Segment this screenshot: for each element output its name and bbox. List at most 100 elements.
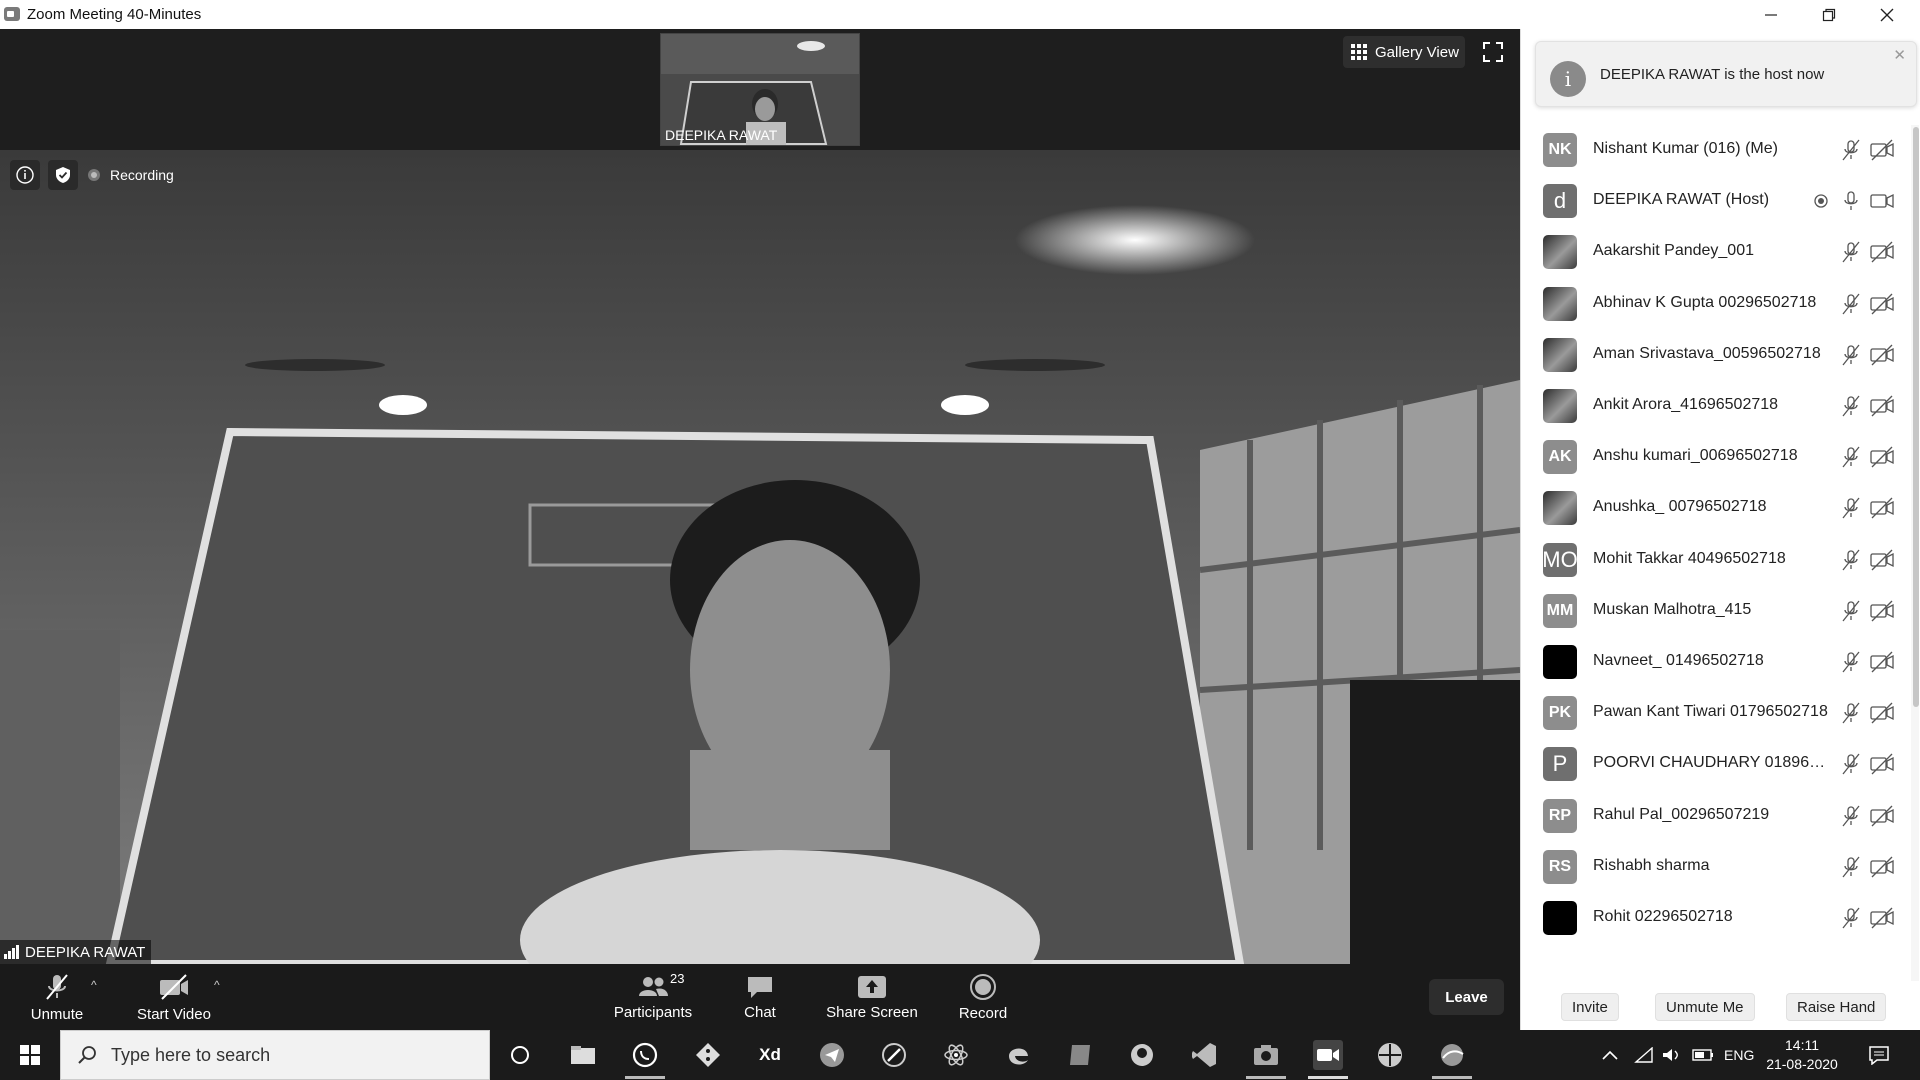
cortana-icon[interactable] xyxy=(505,1040,535,1070)
security-button[interactable] xyxy=(48,160,78,190)
video-off-icon xyxy=(1869,856,1895,883)
participant-name: Abhinav K Gupta 00296502718 xyxy=(1593,293,1817,311)
participant-row[interactable]: Abhinav K Gupta 00296502718 xyxy=(1521,278,1911,329)
participant-name: Anshu kumari_00696502718 xyxy=(1593,447,1798,465)
participant-avatar xyxy=(1543,389,1577,423)
atom-icon[interactable] xyxy=(941,1040,971,1070)
camera-active-indicator xyxy=(1246,1076,1286,1079)
participant-row[interactable]: NK Nishant Kumar (016) (Me) xyxy=(1521,124,1911,175)
edge-icon[interactable] xyxy=(1003,1040,1033,1070)
participants-panel: i DEEPIKA RAWAT is the host now ✕ NK Nish… xyxy=(1520,29,1920,1030)
record-label: Record xyxy=(958,1004,1008,1022)
participant-name: Aakarshit Pandey_001 xyxy=(1593,242,1754,260)
share-screen-button[interactable]: Share Screen xyxy=(822,964,922,1030)
close-notification-icon[interactable]: ✕ xyxy=(1893,46,1906,64)
audio-options-chevron-icon[interactable]: ^ xyxy=(91,978,97,992)
participant-row[interactable]: MO Mohit Takkar 40496502718 xyxy=(1521,534,1911,585)
participant-thumbnail[interactable]: DEEPIKA RAWAT xyxy=(660,33,860,146)
microphone-muted-icon xyxy=(1841,907,1861,934)
participant-row[interactable]: Rohit 02296502718 xyxy=(1521,892,1911,943)
participant-row[interactable]: PK Pawan Kant Tiwari 01796502718 xyxy=(1521,687,1911,738)
participant-row[interactable]: AK Anshu kumari_00696502718 xyxy=(1521,431,1911,482)
participant-row[interactable]: RS Rishabh sharma xyxy=(1521,841,1911,892)
participant-name: Rishabh sharma xyxy=(1593,856,1710,874)
windows-logo-icon xyxy=(20,1045,40,1065)
fullscreen-button[interactable] xyxy=(1482,41,1504,63)
participant-row[interactable]: P POORVI CHAUDHARY 01896502... xyxy=(1521,738,1911,789)
clock-time: 14:11 xyxy=(1785,1037,1819,1053)
participant-row[interactable]: Aman Srivastava_00596502718 xyxy=(1521,329,1911,380)
invite-button[interactable]: Invite xyxy=(1561,993,1619,1021)
speaker-name-tag: DEEPIKA RAWAT xyxy=(0,940,152,964)
start-video-button[interactable]: Start Video xyxy=(130,964,218,1030)
close-icon xyxy=(1880,8,1894,21)
show-hidden-icons-chevron-icon[interactable] xyxy=(1602,1030,1618,1080)
gallery-view-button[interactable]: Gallery View xyxy=(1343,36,1465,68)
window-title: Zoom Meeting 40-Minutes xyxy=(27,6,202,23)
participants-button[interactable]: Participants xyxy=(608,964,698,1030)
unmute-me-button[interactable]: Unmute Me xyxy=(1655,993,1755,1021)
microphone-muted-icon xyxy=(1841,753,1861,780)
action-center-icon[interactable] xyxy=(1868,1030,1890,1080)
participant-name: DEEPIKA RAWAT (Host) xyxy=(1593,191,1770,209)
raise-hand-button[interactable]: Raise Hand xyxy=(1786,993,1887,1021)
start-button[interactable] xyxy=(0,1030,60,1080)
github-icon[interactable] xyxy=(1127,1040,1157,1070)
active-speaker-video: Recording DEEPIKA RAWAT xyxy=(0,150,1520,964)
volume-icon[interactable] xyxy=(1662,1030,1682,1080)
host-notification-text: DEEPIKA RAWAT is the host now xyxy=(1600,66,1825,83)
participant-row[interactable]: d DEEPIKA RAWAT (Host) xyxy=(1521,175,1911,226)
app-grid-icon[interactable] xyxy=(1375,1040,1405,1070)
language-indicator[interactable]: ENG xyxy=(1724,1030,1754,1080)
search-icon xyxy=(78,1046,96,1064)
wifi-icon[interactable] xyxy=(1634,1030,1654,1080)
battery-icon[interactable] xyxy=(1692,1030,1714,1080)
participant-row[interactable]: Ankit Arora_41696502718 xyxy=(1521,380,1911,431)
scrollbar-thumb[interactable] xyxy=(1913,127,1919,707)
record-button[interactable]: Record xyxy=(954,964,1012,1030)
vscode-icon[interactable] xyxy=(1189,1040,1219,1070)
record-icon xyxy=(970,973,996,1000)
signal-strength-icon xyxy=(4,945,19,959)
restore-button[interactable] xyxy=(1800,0,1858,29)
participant-row[interactable]: Aakarshit Pandey_001 xyxy=(1521,226,1911,277)
microphone-icon xyxy=(1841,190,1861,217)
meeting-toolbar: Unmute ^ Start Video ^ Participants 23 C… xyxy=(0,964,1520,1030)
minimize-button[interactable] xyxy=(1742,0,1800,29)
unmute-button[interactable]: Unmute xyxy=(22,964,92,1030)
participant-row[interactable]: MM Muskan Malhotra_415 xyxy=(1521,585,1911,636)
file-explorer-icon[interactable] xyxy=(568,1040,598,1070)
leave-button[interactable]: Leave xyxy=(1429,979,1504,1015)
git-icon[interactable] xyxy=(693,1040,723,1070)
app-tile-icon[interactable] xyxy=(1065,1040,1095,1070)
thumbnail-name: DEEPIKA RAWAT xyxy=(665,127,778,143)
video-options-chevron-icon[interactable]: ^ xyxy=(214,978,220,992)
participant-avatar: P xyxy=(1543,747,1577,782)
speaker-name: DEEPIKA RAWAT xyxy=(25,943,146,961)
video-off-icon xyxy=(1869,446,1895,473)
participant-name: Nishant Kumar (016) (Me) xyxy=(1593,140,1778,157)
meeting-info-button[interactable] xyxy=(10,160,40,190)
telegram-icon[interactable] xyxy=(817,1040,847,1070)
recording-dot-icon xyxy=(88,169,100,181)
video-off-icon xyxy=(1869,907,1895,934)
chat-button[interactable]: Chat xyxy=(740,964,780,1030)
microphone-muted-icon xyxy=(1841,344,1861,371)
participant-row[interactable]: RP Rahul Pal_00296507219 xyxy=(1521,790,1911,841)
participant-row[interactable]: Navneet_ 01496502718 xyxy=(1521,636,1911,687)
participant-row[interactable]: Anushka_ 00796502718 xyxy=(1521,482,1911,533)
participant-avatar xyxy=(1543,286,1577,321)
microphone-muted-icon xyxy=(1841,395,1861,422)
adobe-xd-icon[interactable]: Xd xyxy=(755,1040,785,1070)
safari-compass-icon[interactable] xyxy=(879,1040,909,1070)
browser-app-icon[interactable] xyxy=(1437,1040,1467,1070)
whatsapp-icon[interactable] xyxy=(630,1040,660,1070)
zoom-taskbar-icon[interactable] xyxy=(1313,1040,1343,1070)
close-window-button[interactable] xyxy=(1858,0,1916,29)
camera-app-icon[interactable] xyxy=(1251,1040,1281,1070)
taskbar-search-box[interactable]: Type here to search xyxy=(60,1030,490,1080)
taskbar-clock[interactable]: 14:11 21-08-2020 xyxy=(1757,1036,1847,1074)
participant-name: Muskan Malhotra_415 xyxy=(1593,600,1752,618)
participant-avatar: RP xyxy=(1543,798,1577,833)
microphone-muted-icon xyxy=(46,973,68,1000)
